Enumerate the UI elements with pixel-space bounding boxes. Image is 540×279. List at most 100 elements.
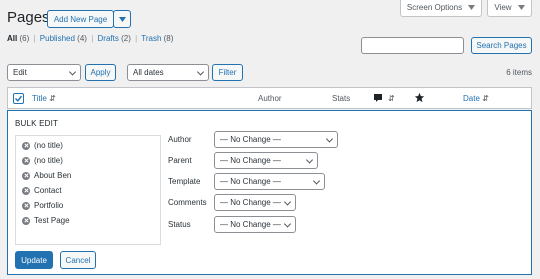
column-stats: Stats <box>332 94 351 103</box>
bulk-edit-heading: BULK EDIT <box>15 119 59 128</box>
list-item: Test Page <box>22 216 70 225</box>
comments-select[interactable]: — No Change — <box>214 194 296 211</box>
filter-drafts-count: (2) <box>121 34 131 43</box>
filter-published-label: Published <box>39 34 75 43</box>
cancel-label: Cancel <box>65 255 91 265</box>
author-label: Author <box>168 135 192 144</box>
template-label: Template <box>168 177 201 186</box>
list-item: (no title) <box>22 141 63 150</box>
author-value: — No Change — <box>220 135 281 144</box>
list-item-label: Contact <box>34 186 62 195</box>
filter-separator: | <box>91 34 94 43</box>
template-select[interactable]: — No Change — <box>214 173 325 190</box>
sort-icon: ⇵ <box>49 94 56 103</box>
add-new-page-label: Add New Page <box>53 14 108 24</box>
filter-published-count: (4) <box>77 34 87 43</box>
filter-all-count: (6) <box>19 34 30 43</box>
bulk-edit-panel: BULK EDIT (no title) (no title) About Be… <box>7 110 532 275</box>
column-date-label: Date <box>463 94 480 103</box>
chevron-down-icon <box>283 219 292 228</box>
column-author: Author <box>258 94 282 103</box>
filter-published[interactable]: Published (4) <box>40 34 89 43</box>
status-value: — No Change — <box>220 220 281 229</box>
filter-drafts-label: Drafts <box>97 34 119 43</box>
chevron-down-icon <box>312 176 321 185</box>
add-new-page-button[interactable]: Add New Page <box>47 10 114 28</box>
parent-label: Parent <box>168 156 192 165</box>
items-count: 6 items <box>506 68 532 77</box>
select-all-checkbox[interactable] <box>13 93 24 104</box>
filter-trash-count: (8) <box>163 34 174 43</box>
remove-icon[interactable] <box>22 141 30 150</box>
add-new-dropdown-button[interactable] <box>113 10 131 28</box>
list-item: About Ben <box>22 171 71 180</box>
column-comments[interactable]: ⇵ <box>373 93 395 103</box>
chevron-down-icon <box>325 134 334 143</box>
column-featured <box>414 92 425 105</box>
update-button[interactable]: Update <box>15 251 53 269</box>
list-item-label: Portfolio <box>34 201 64 210</box>
table-header: Title ⇵ Author Stats ⇵ Date ⇵ <box>7 87 532 109</box>
search-input[interactable] <box>361 37 464 54</box>
status-select[interactable]: — No Change — <box>214 216 296 233</box>
sort-icon: ⇵ <box>388 93 395 103</box>
filter-button[interactable]: Filter <box>212 64 243 81</box>
remove-icon[interactable] <box>22 216 30 225</box>
remove-icon[interactable] <box>22 171 30 180</box>
screen-options-button[interactable]: Screen Options <box>400 0 482 17</box>
cancel-button[interactable]: Cancel <box>60 251 96 269</box>
column-title[interactable]: Title ⇵ <box>32 94 56 103</box>
view-button[interactable]: View <box>487 0 532 17</box>
chevron-down-icon <box>468 5 476 10</box>
filter-separator: | <box>33 34 36 43</box>
parent-select[interactable]: — No Change — <box>214 152 318 169</box>
status-label: Status <box>168 220 191 229</box>
list-item-label: (no title) <box>34 156 63 165</box>
list-item: Portfolio <box>22 201 63 210</box>
filter-trash-label: Trash <box>141 34 162 43</box>
dates-value: All dates <box>133 68 164 77</box>
remove-icon[interactable] <box>22 156 30 165</box>
update-label: Update <box>21 255 47 265</box>
list-item: Contact <box>22 186 62 195</box>
template-value: — No Change — <box>220 177 281 186</box>
dates-select[interactable]: All dates <box>127 64 209 81</box>
list-item-label: About Ben <box>34 171 72 180</box>
star-icon <box>414 92 425 103</box>
filter-trash[interactable]: Trash (8) <box>141 34 173 43</box>
column-title-label: Title <box>32 94 47 103</box>
view-label: View <box>494 3 512 12</box>
chevron-down-icon <box>68 67 77 76</box>
author-select[interactable]: — No Change — <box>214 131 338 148</box>
apply-button[interactable]: Apply <box>85 64 116 81</box>
bulk-action-select[interactable]: Edit <box>7 64 81 81</box>
list-item: (no title) <box>22 156 63 165</box>
filter-drafts[interactable]: Drafts (2) <box>98 34 134 43</box>
filter-separator: | <box>135 34 138 43</box>
column-date[interactable]: Date ⇵ <box>463 94 489 103</box>
chevron-down-icon <box>517 5 525 10</box>
comments-value: — No Change — <box>220 198 281 207</box>
screen-options-label: Screen Options <box>406 3 463 12</box>
chevron-down-icon <box>196 67 205 76</box>
filter-all-label: All <box>7 34 18 43</box>
list-item-label: (no title) <box>34 141 63 150</box>
apply-label: Apply <box>90 68 111 77</box>
list-item-label: Test Page <box>34 216 70 225</box>
sort-icon: ⇵ <box>482 94 489 103</box>
page-title: Pages <box>7 9 50 26</box>
remove-icon[interactable] <box>22 201 30 210</box>
checkbox-icon <box>15 95 23 102</box>
comments-label: Comments <box>168 198 207 207</box>
remove-icon[interactable] <box>22 186 30 195</box>
parent-value: — No Change — <box>220 156 281 165</box>
filter-all[interactable]: All (6) <box>7 34 31 43</box>
chevron-down-icon <box>305 155 314 164</box>
search-pages-button[interactable]: Search Pages <box>471 37 532 54</box>
bulk-action-value: Edit <box>13 68 27 77</box>
chevron-down-icon <box>118 16 126 22</box>
status-filters: All (6) | Published (4) | Drafts (2) | T… <box>7 34 173 43</box>
chevron-down-icon <box>283 197 292 206</box>
search-pages-label: Search Pages <box>476 41 527 50</box>
bulk-edit-item-list: (no title) (no title) About Ben Contact … <box>15 135 161 245</box>
